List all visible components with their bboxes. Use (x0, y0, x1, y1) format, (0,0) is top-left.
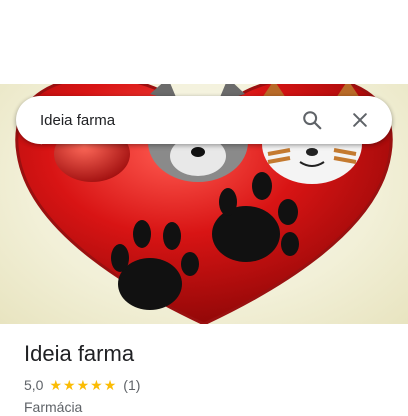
clear-button[interactable] (342, 102, 378, 138)
star-rating: ★ ★ ★ ★ ★ (49, 376, 117, 394)
rating-row[interactable]: 5,0 ★ ★ ★ ★ ★ (1) (24, 376, 392, 394)
place-category[interactable]: Farmácia (24, 398, 392, 416)
rating-value: 5,0 (24, 377, 44, 393)
star-icon: ★ (49, 377, 63, 393)
search-input[interactable]: Ideia farma (40, 112, 282, 129)
search-button[interactable] (294, 102, 330, 138)
star-icon: ★ (90, 377, 103, 393)
close-icon (353, 113, 367, 127)
place-details: Ideia farma 5,0 ★ ★ ★ ★ ★ (1) Farmácia (24, 340, 392, 416)
star-icon: ★ (76, 377, 90, 393)
search-bar[interactable]: Ideia farma (16, 96, 392, 144)
place-title: Ideia farma (24, 341, 135, 366)
star-icon: ★ (63, 377, 76, 393)
search-icon (303, 111, 322, 130)
review-count[interactable]: (1) (123, 376, 140, 394)
star-icon: ★ (103, 377, 117, 393)
